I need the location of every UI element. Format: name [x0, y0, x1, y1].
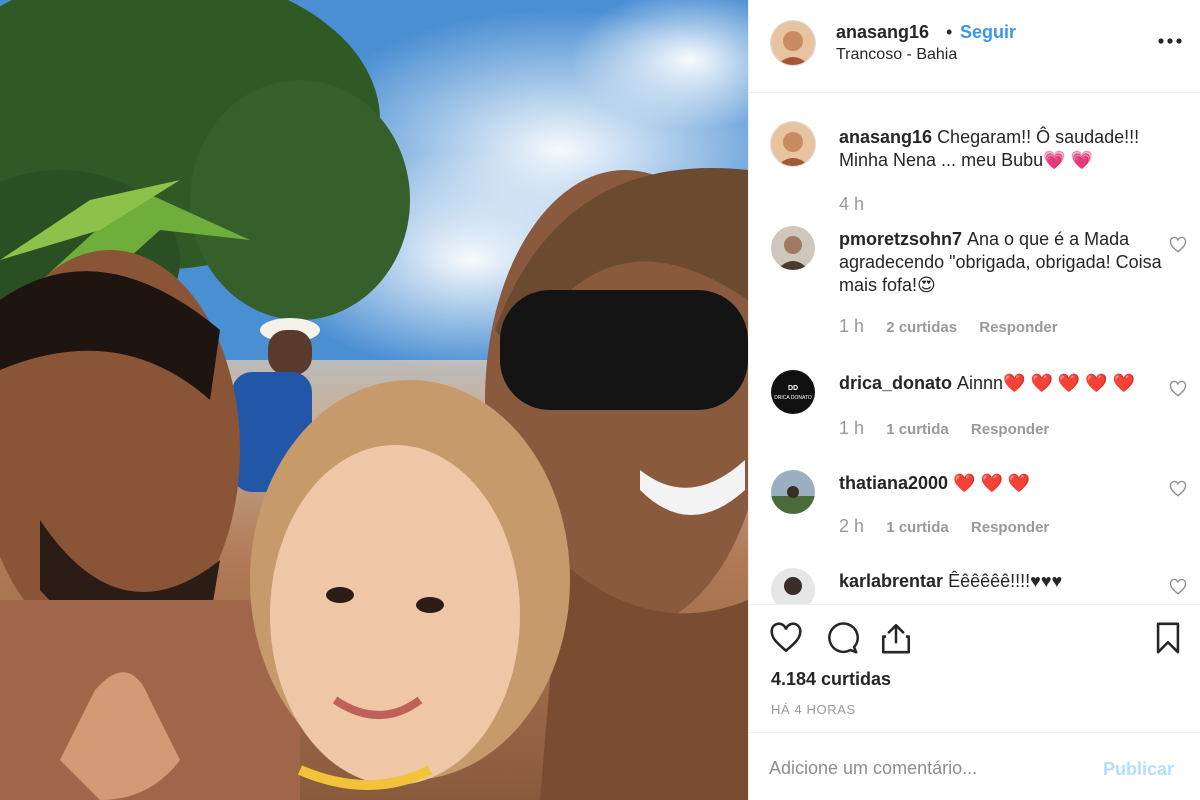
- comment-likes[interactable]: 1 curtida: [886, 421, 949, 438]
- reply-button[interactable]: Responder: [979, 319, 1057, 336]
- comment-text: ❤️ ❤️ ❤️: [953, 473, 1031, 493]
- comment-meta: 2 h 1 curtida Responder: [839, 516, 1067, 537]
- post-actions: 4.184 curtidas HÁ 4 HORAS: [749, 604, 1200, 732]
- comment-meta: 1 h 1 curtida Responder: [839, 418, 1067, 439]
- comment-text: Êêêêêê!!!!♥♥♥: [948, 571, 1063, 591]
- more-icon[interactable]: [1157, 28, 1183, 54]
- caption-username[interactable]: anasang16: [839, 127, 932, 147]
- comment-time[interactable]: 2 h: [839, 516, 864, 536]
- comment-likes[interactable]: 1 curtida: [886, 519, 949, 536]
- caption-time[interactable]: 4 h: [839, 194, 864, 214]
- comment-time[interactable]: 1 h: [839, 316, 864, 336]
- avatar-logo-subtext: DRICA DONATO: [774, 395, 812, 401]
- comment-username[interactable]: drica_donato: [839, 373, 952, 393]
- comment-username[interactable]: thatiana2000: [839, 473, 948, 493]
- reply-button[interactable]: Responder: [971, 519, 1049, 536]
- author-username[interactable]: anasang16: [836, 22, 929, 43]
- comment-input[interactable]: [769, 755, 1089, 781]
- comment-text-block: karlabrentar Êêêêêê!!!!♥♥♥: [839, 570, 1179, 593]
- bookmark-icon[interactable]: [1151, 621, 1185, 655]
- commenter-avatar[interactable]: DD DRICA DONATO: [771, 370, 815, 414]
- heart-icon[interactable]: [1169, 236, 1187, 254]
- post-photo[interactable]: [0, 0, 748, 800]
- share-icon[interactable]: [879, 621, 913, 655]
- post-sidebar: anasang16 • Seguir Trancoso - Bahia anas…: [748, 0, 1200, 800]
- heart-icon[interactable]: [1169, 380, 1187, 398]
- comment-time[interactable]: 1 h: [839, 418, 864, 438]
- likes-count[interactable]: 4.184 curtidas: [771, 669, 891, 690]
- commenter-avatar[interactable]: [771, 226, 815, 270]
- commenter-avatar[interactable]: [771, 568, 815, 604]
- heart-icon[interactable]: [1169, 578, 1187, 596]
- post-header: anasang16 • Seguir Trancoso - Bahia: [749, 0, 1200, 93]
- photo-illustration: [0, 0, 748, 800]
- add-comment-bar: Publicar: [749, 732, 1200, 800]
- comment-text-block: thatiana2000 ❤️ ❤️ ❤️: [839, 472, 1179, 495]
- comment-username[interactable]: karlabrentar: [839, 571, 943, 591]
- post-location[interactable]: Trancoso - Bahia: [836, 46, 957, 64]
- caption-text-block: anasang16 Chegaram!! Ô saudade!!! Minha N…: [839, 126, 1179, 172]
- post-timestamp[interactable]: HÁ 4 HORAS: [771, 702, 856, 717]
- avatar-logo-text: DD: [788, 385, 798, 392]
- follow-button[interactable]: Seguir: [960, 22, 1016, 43]
- comments-list[interactable]: anasang16 Chegaram!! Ô saudade!!! Minha N…: [749, 94, 1200, 604]
- comment-text: Ainnn❤️ ❤️ ❤️ ❤️ ❤️: [957, 373, 1136, 393]
- comment-likes[interactable]: 2 curtidas: [886, 319, 957, 336]
- comment-text-block: pmoretzsohn7 Ana o que é a Mada agradecen…: [839, 228, 1179, 297]
- comment-text-block: drica_donato Ainnn❤️ ❤️ ❤️ ❤️ ❤️: [839, 372, 1179, 395]
- comment-meta: 1 h 2 curtidas Responder: [839, 316, 1076, 337]
- comment-icon[interactable]: [825, 621, 859, 655]
- heart-icon[interactable]: [1169, 480, 1187, 498]
- author-avatar[interactable]: [771, 21, 815, 65]
- publish-button[interactable]: Publicar: [1103, 759, 1174, 780]
- caption-avatar[interactable]: [771, 122, 815, 166]
- comment-username[interactable]: pmoretzsohn7: [839, 229, 962, 249]
- commenter-avatar[interactable]: [771, 470, 815, 514]
- heart-icon[interactable]: [769, 621, 803, 655]
- reply-button[interactable]: Responder: [971, 421, 1049, 438]
- caption-meta: 4 h: [839, 194, 882, 215]
- separator-dot: •: [946, 22, 953, 42]
